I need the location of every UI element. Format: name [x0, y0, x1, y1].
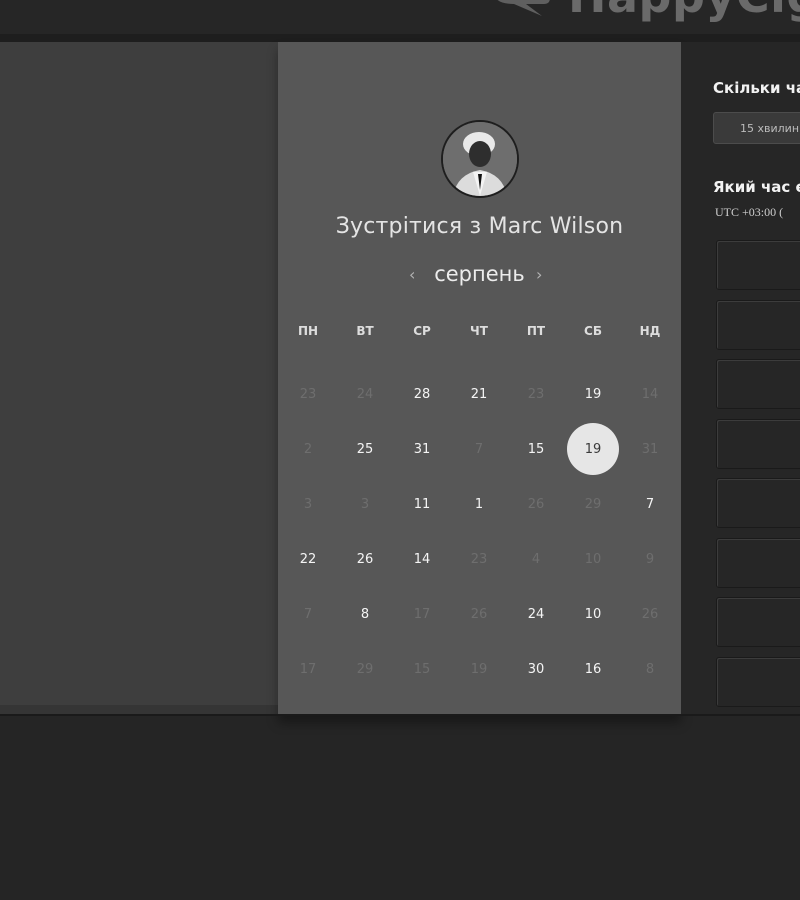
weekday-sun: НД	[639, 324, 661, 338]
calendar-day[interactable]: 26	[339, 533, 391, 585]
calendar-day: 9	[645, 551, 655, 567]
duration-question: Скільки час	[713, 79, 800, 97]
calendar-day: 14	[641, 386, 659, 402]
calendar-day: 4	[531, 551, 541, 567]
duration-option-button[interactable]: 15 хвилин	[713, 112, 800, 144]
calendar-day[interactable]: 7	[624, 478, 676, 530]
calendar-day: 31	[641, 441, 659, 457]
prev-month-button[interactable]: ‹	[409, 265, 415, 284]
brand-logo[interactable]: HappyCig	[492, 0, 800, 28]
calendar-day[interactable]: 21	[453, 368, 505, 420]
calendar-day: 8	[645, 661, 655, 677]
calendar-day[interactable]: 11	[396, 478, 448, 530]
meeting-title-prefix: Зустрітися з	[335, 214, 482, 239]
calendar-day[interactable]: 1	[453, 478, 505, 530]
time-slot-button[interactable]	[716, 240, 800, 290]
time-slot-button[interactable]	[716, 299, 800, 350]
calendar-day: 17	[413, 606, 431, 622]
time-slot-button[interactable]	[716, 597, 800, 647]
time-slot-button[interactable]	[716, 656, 800, 707]
time-slot-button[interactable]	[716, 359, 800, 409]
calendar-day: 3	[303, 496, 313, 512]
calendar-day: 19	[470, 661, 488, 677]
calendar-day: 29	[584, 496, 602, 512]
weekday-sat: СБ	[584, 324, 602, 338]
weekday-mon: ПН	[297, 324, 319, 338]
calendar-day: 24	[356, 386, 374, 402]
calendar-day[interactable]: 19	[567, 368, 619, 420]
calendar-day: 10	[584, 551, 602, 567]
weekday-thu: ЧТ	[470, 324, 488, 338]
calendar-day[interactable]: 8	[339, 588, 391, 640]
meeting-title: Зустрітися з Marc Wilson	[278, 214, 681, 239]
calendar-grid: 23 24 28 21 23 19 14 2 25 31 7 15 19 31 3 3 11 1 26 29 7 22 26…	[280, 377, 680, 707]
left-panel	[0, 42, 278, 714]
timezone-label[interactable]: UTC +03:00 (	[715, 205, 783, 220]
top-bar: HappyCig	[0, 0, 800, 42]
time-question: Який час є	[713, 178, 800, 196]
weekday-wed: СР	[413, 324, 431, 338]
top-bar-divider	[0, 34, 800, 42]
time-slot-button[interactable]	[716, 478, 800, 528]
calendar-day: 23	[470, 551, 488, 567]
chat-bubble-icon	[497, 0, 550, 16]
calendar-day: 29	[356, 661, 374, 677]
calendar-day[interactable]: 22	[282, 533, 334, 585]
calendar-day[interactable]: 28	[396, 368, 448, 420]
calendar-day: 23	[527, 386, 545, 402]
time-slot-button[interactable]	[716, 537, 800, 588]
calendar-day: 7	[303, 606, 313, 622]
weekday-tue: ВТ	[356, 324, 374, 338]
calendar-day: 26	[470, 606, 488, 622]
calendar-day[interactable]: 30	[510, 643, 562, 695]
calendar-day: 26	[527, 496, 545, 512]
host-avatar	[441, 120, 519, 198]
calendar-day[interactable]: 24	[510, 588, 562, 640]
calendar-day: 15	[413, 661, 431, 677]
calendar-day: 2	[303, 441, 313, 457]
calendar-day[interactable]: 14	[396, 533, 448, 585]
host-photo	[443, 122, 517, 196]
calendar-day[interactable]: 31	[396, 423, 448, 475]
next-month-button[interactable]: ›	[536, 265, 542, 284]
month-navigation: серпень ‹ ›	[278, 262, 681, 292]
calendar-day: 17	[299, 661, 317, 677]
bottom-divider	[0, 714, 800, 716]
booking-panel: Скільки час 15 хвилин Який час є UTC +03…	[681, 42, 800, 714]
calendar-day: 26	[641, 606, 659, 622]
calendar-day-selected[interactable]: 19	[567, 423, 619, 475]
time-slot-button[interactable]	[716, 418, 800, 469]
brand-name: HappyCig	[568, 0, 800, 23]
calendar-day[interactable]: 16	[567, 643, 619, 695]
calendar-day[interactable]: 25	[339, 423, 391, 475]
host-name: Marc Wilson	[488, 214, 624, 239]
weekday-fri: ПТ	[526, 324, 546, 338]
calendar-day: 23	[299, 386, 317, 402]
calendar-day: 3	[360, 496, 370, 512]
month-label: серпень	[434, 262, 525, 286]
calendar-day: 7	[474, 441, 484, 457]
calendar-day[interactable]: 10	[567, 588, 619, 640]
calendar-day[interactable]: 15	[510, 423, 562, 475]
calendar-panel: Зустрітися з Marc Wilson серпень ‹ › ПН …	[278, 42, 681, 715]
